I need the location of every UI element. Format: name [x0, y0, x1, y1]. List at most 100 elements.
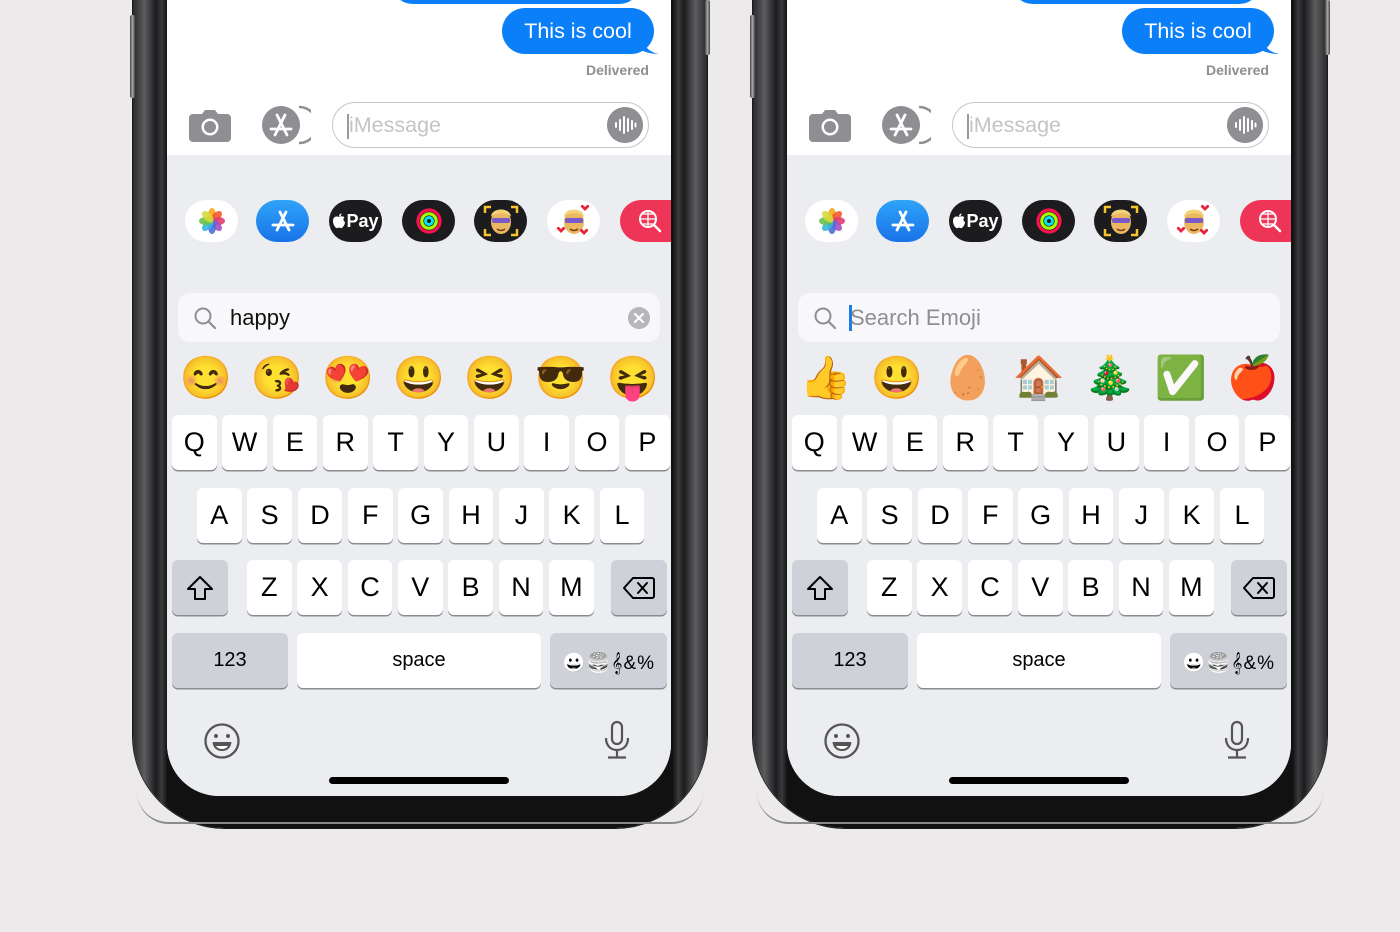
key-k[interactable]: K	[1169, 488, 1214, 543]
app-memoji[interactable]	[1094, 200, 1147, 242]
app-activity[interactable]	[402, 200, 455, 242]
app-images-search[interactable]	[620, 200, 671, 242]
key-f[interactable]: F	[968, 488, 1013, 543]
emoji-symbols-key[interactable]: 😀🍔𝄞&%	[550, 633, 667, 688]
key-g[interactable]: G	[1018, 488, 1063, 543]
key-j[interactable]: J	[1119, 488, 1164, 543]
app-apple-pay[interactable]: Pay	[329, 200, 382, 242]
emoji-symbols-key[interactable]: 😀🍔𝄞&%	[1170, 633, 1287, 688]
space-key[interactable]: space	[297, 633, 541, 688]
app-apple-pay[interactable]: Pay	[949, 200, 1002, 242]
key-z[interactable]: Z	[247, 560, 292, 615]
emoji-result[interactable]: 😆	[462, 353, 518, 403]
key-b[interactable]: B	[448, 560, 493, 615]
audio-message-icon[interactable]	[1227, 107, 1263, 143]
key-i[interactable]: I	[524, 415, 569, 470]
delete-key[interactable]	[1231, 560, 1287, 615]
emoji-result[interactable]: 👍	[798, 353, 854, 403]
key-e[interactable]: E	[892, 415, 938, 470]
key-u[interactable]: U	[1094, 415, 1139, 470]
key-g[interactable]: G	[398, 488, 443, 543]
key-v[interactable]: V	[398, 560, 443, 615]
key-u[interactable]: U	[474, 415, 519, 470]
emoji-result[interactable]: 🥚	[940, 353, 996, 403]
app-activity[interactable]	[1022, 200, 1075, 242]
key-h[interactable]: H	[1068, 488, 1114, 543]
key-y[interactable]: Y	[1043, 415, 1089, 470]
emoji-result[interactable]: 🎄	[1082, 353, 1138, 403]
key-m[interactable]: M	[549, 560, 594, 615]
key-x[interactable]: X	[917, 560, 962, 615]
key-v[interactable]: V	[1018, 560, 1063, 615]
emoji-result[interactable]: 😎	[533, 353, 589, 403]
key-r[interactable]: R	[943, 415, 988, 470]
key-j[interactable]: J	[499, 488, 544, 543]
app-photos[interactable]	[805, 200, 858, 242]
emoji-search-field[interactable]: happy	[178, 293, 660, 342]
app-store[interactable]	[876, 200, 929, 242]
clear-icon[interactable]	[628, 307, 650, 329]
emoji-result[interactable]: 😝	[605, 353, 661, 403]
key-y[interactable]: Y	[423, 415, 469, 470]
app-store-icon[interactable]	[261, 105, 311, 145]
microphone-icon[interactable]	[1223, 720, 1251, 760]
emoji-result[interactable]: 🍎	[1225, 353, 1281, 403]
key-l[interactable]: L	[1219, 488, 1265, 543]
home-indicator[interactable]	[329, 777, 509, 784]
key-f[interactable]: F	[348, 488, 393, 543]
key-r[interactable]: R	[323, 415, 368, 470]
emoji-result[interactable]: ✅	[1153, 353, 1209, 403]
key-w[interactable]: W	[842, 415, 887, 470]
key-i[interactable]: I	[1144, 415, 1189, 470]
key-o[interactable]: O	[1194, 415, 1240, 470]
camera-icon[interactable]	[189, 108, 231, 142]
emoji-result[interactable]: 😍	[320, 353, 376, 403]
key-p[interactable]: P	[625, 415, 670, 470]
key-p[interactable]: P	[1245, 415, 1290, 470]
app-memoji[interactable]	[474, 200, 527, 242]
emoji-keyboard-icon[interactable]	[203, 722, 241, 760]
emoji-result[interactable]: 😊	[178, 353, 234, 403]
key-k[interactable]: K	[549, 488, 594, 543]
emoji-keyboard-icon[interactable]	[823, 722, 861, 760]
key-a[interactable]: A	[197, 488, 242, 543]
app-photos[interactable]	[185, 200, 238, 242]
app-memoji-stickers[interactable]	[547, 200, 600, 242]
microphone-icon[interactable]	[603, 720, 631, 760]
key-b[interactable]: B	[1068, 560, 1113, 615]
key-l[interactable]: L	[599, 488, 645, 543]
key-c[interactable]: C	[967, 560, 1013, 615]
key-n[interactable]: N	[1118, 560, 1164, 615]
numbers-key[interactable]: 123	[172, 633, 288, 688]
app-store-icon[interactable]	[881, 105, 931, 145]
key-z[interactable]: Z	[867, 560, 912, 615]
home-indicator[interactable]	[949, 777, 1129, 784]
imessage-input[interactable]: iMessage	[952, 102, 1269, 148]
key-q[interactable]: Q	[792, 415, 837, 470]
app-memoji-stickers[interactable]	[1167, 200, 1220, 242]
shift-key[interactable]	[792, 560, 848, 615]
key-e[interactable]: E	[272, 415, 318, 470]
key-d[interactable]: D	[297, 488, 343, 543]
app-store[interactable]	[256, 200, 309, 242]
shift-key[interactable]	[172, 560, 228, 615]
key-a[interactable]: A	[817, 488, 862, 543]
space-key[interactable]: space	[917, 633, 1161, 688]
imessage-input[interactable]: iMessage	[332, 102, 649, 148]
emoji-search-field[interactable]: Search Emoji	[798, 293, 1280, 342]
key-w[interactable]: W	[222, 415, 267, 470]
camera-icon[interactable]	[809, 108, 851, 142]
numbers-key[interactable]: 123	[792, 633, 908, 688]
key-d[interactable]: D	[917, 488, 963, 543]
key-s[interactable]: S	[247, 488, 292, 543]
emoji-result[interactable]: 😘	[249, 353, 305, 403]
delete-key[interactable]	[611, 560, 667, 615]
audio-message-icon[interactable]	[607, 107, 643, 143]
key-m[interactable]: M	[1169, 560, 1214, 615]
key-s[interactable]: S	[867, 488, 912, 543]
emoji-result[interactable]: 🏠	[1011, 353, 1067, 403]
key-x[interactable]: X	[297, 560, 342, 615]
emoji-result[interactable]: 😃	[391, 353, 447, 403]
key-t[interactable]: T	[373, 415, 418, 470]
key-h[interactable]: H	[448, 488, 494, 543]
